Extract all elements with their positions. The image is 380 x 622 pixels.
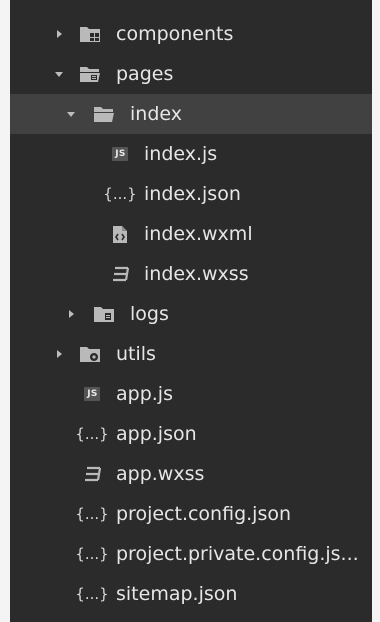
chevron-down-icon[interactable] [64, 107, 78, 121]
chevron-right-icon[interactable] [64, 307, 78, 321]
wxml-file-icon [106, 214, 134, 254]
tree-item-index-wxss[interactable]: index.wxss [10, 254, 372, 294]
tree-item-utils[interactable]: utils [10, 334, 372, 374]
tree-item-label: components [116, 23, 234, 45]
tree-item-index-wxml[interactable]: index.wxml [10, 214, 372, 254]
tree-item-components[interactable]: components [10, 14, 372, 54]
json-file-icon: {...} [75, 425, 109, 443]
folder-components-icon [76, 14, 104, 54]
tree-item-label: pages [116, 63, 174, 85]
tree-item-label: app.wxss [116, 463, 205, 485]
file-explorer-panel: components pages index JS index.js {...}… [10, 0, 372, 622]
js-file-icon: JS [106, 134, 134, 174]
folder-pages-open-icon [76, 54, 104, 94]
json-file-icon: {...} [103, 185, 137, 203]
tree-item-app-wxss[interactable]: app.wxss [10, 454, 372, 494]
json-file-icon: {...} [75, 505, 109, 523]
tree-item-label: index.json [144, 183, 241, 205]
tree-item-index-folder[interactable]: index [10, 94, 372, 134]
json-file-icon: {...} [75, 585, 109, 603]
tree-item-project-private-config[interactable]: {...} project.private.config.js... [10, 534, 372, 574]
tree-item-project-config-json[interactable]: {...} project.config.json [10, 494, 372, 534]
folder-icon [90, 294, 118, 334]
wxss-file-icon [78, 454, 106, 494]
tree-item-label: index.js [144, 143, 218, 165]
tree-item-index-json[interactable]: {...} index.json [10, 174, 372, 214]
tree-item-label: index [130, 103, 182, 125]
tree-item-label: project.private.config.js... [116, 543, 359, 565]
chevron-down-icon[interactable] [52, 67, 66, 81]
tree-item-index-js[interactable]: JS index.js [10, 134, 372, 174]
folder-utils-icon [76, 334, 104, 374]
tree-item-label: utils [116, 343, 156, 365]
tree-item-label: logs [130, 303, 169, 325]
json-file-icon: {...} [75, 545, 109, 563]
js-file-icon: JS [78, 374, 106, 414]
tree-item-logs[interactable]: logs [10, 294, 372, 334]
file-tree: components pages index JS index.js {...}… [10, 14, 372, 614]
tree-item-sitemap-json[interactable]: {...} sitemap.json [10, 574, 372, 614]
tree-item-label: app.js [116, 383, 173, 405]
tree-item-pages[interactable]: pages [10, 54, 372, 94]
folder-open-icon [90, 94, 118, 134]
tree-item-label: index.wxml [144, 223, 253, 245]
wxss-file-icon [106, 254, 134, 294]
tree-item-app-js[interactable]: JS app.js [10, 374, 372, 414]
chevron-right-icon[interactable] [52, 347, 66, 361]
tree-item-app-json[interactable]: {...} app.json [10, 414, 372, 454]
tree-item-label: app.json [116, 423, 197, 445]
chevron-right-icon[interactable] [52, 27, 66, 41]
tree-item-label: project.config.json [116, 503, 292, 525]
tree-item-label: sitemap.json [116, 583, 238, 605]
tree-item-label: index.wxss [144, 263, 249, 285]
